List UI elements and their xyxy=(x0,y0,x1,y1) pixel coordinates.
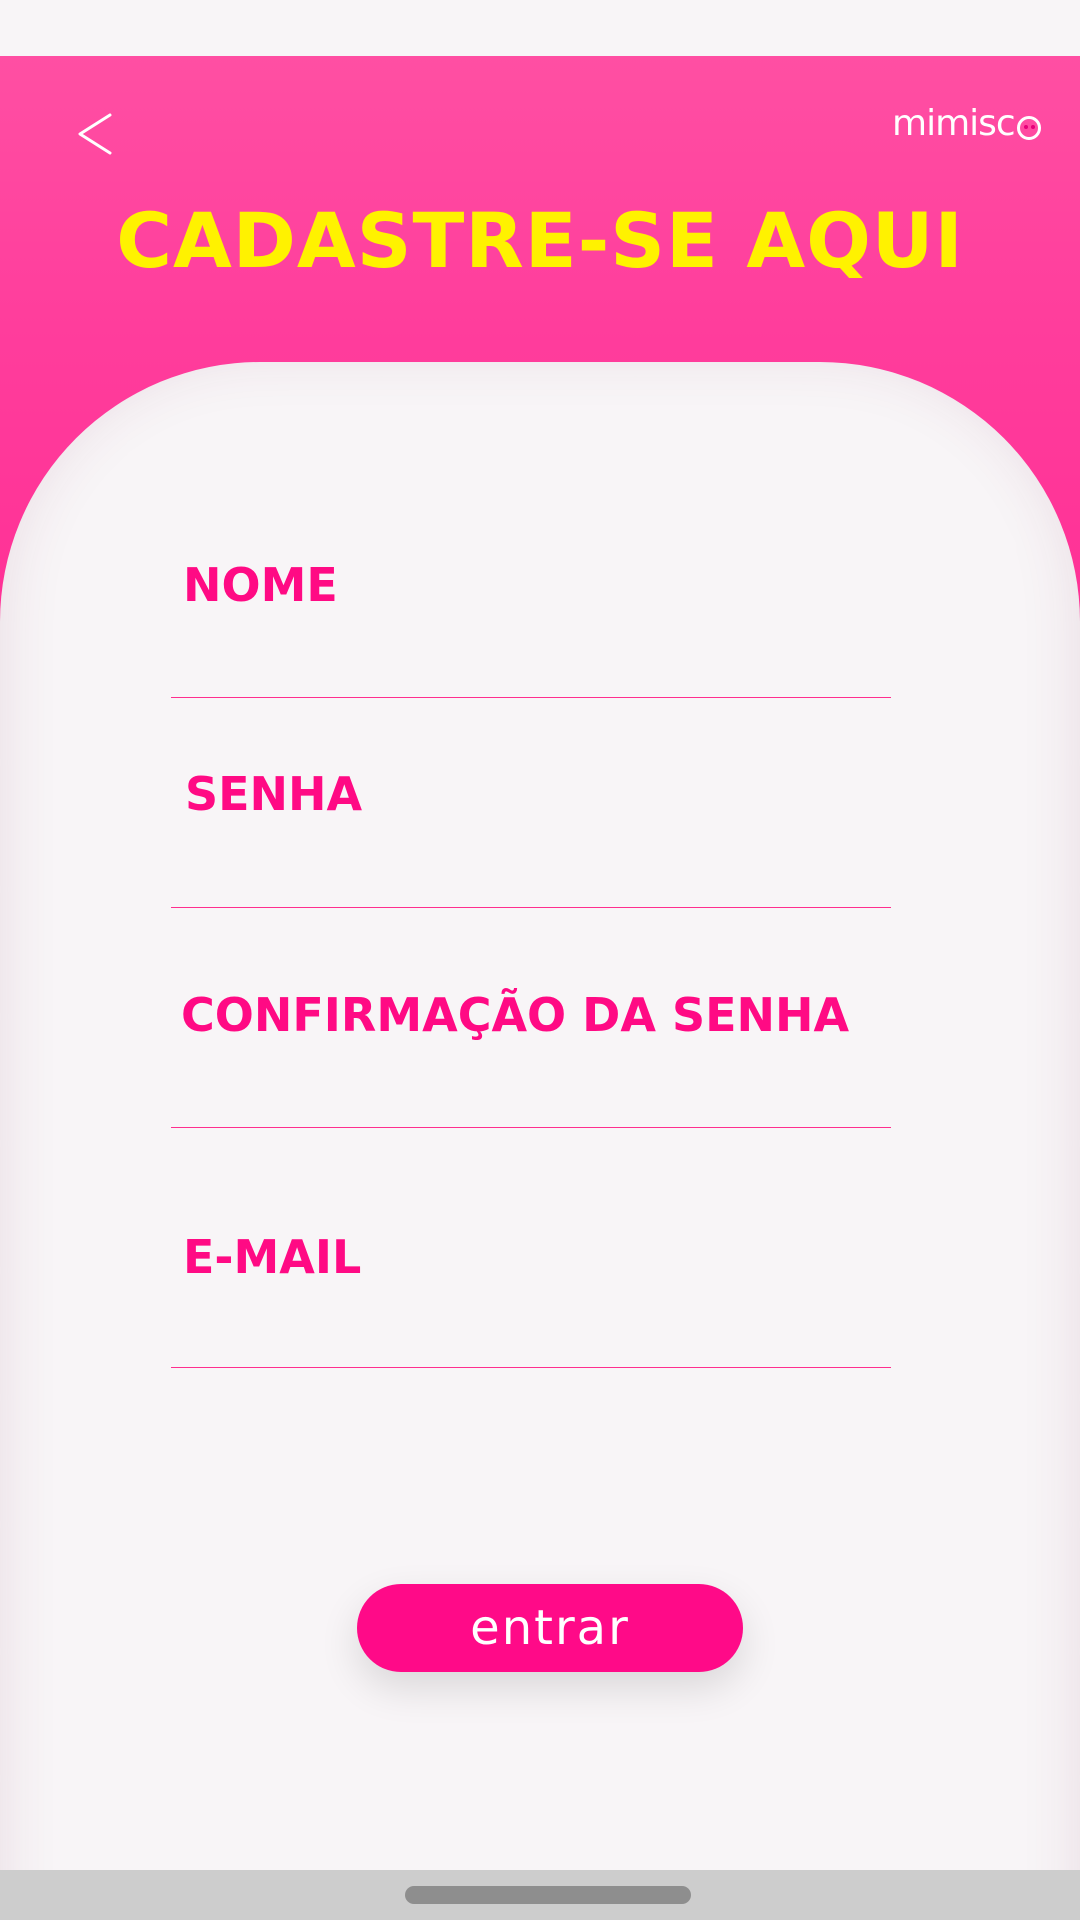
password-confirmation-field[interactable]: CONFIRMAÇÃO DA SENHA xyxy=(171,908,891,1128)
status-bar xyxy=(0,0,1080,56)
password-field-label: SENHA xyxy=(185,767,363,821)
name-field-label: NOME xyxy=(183,558,338,612)
navigation-bar xyxy=(0,1870,1080,1920)
back-button[interactable] xyxy=(66,104,126,164)
page-title: CADASTRE-SE AQUI xyxy=(116,196,964,285)
home-indicator[interactable] xyxy=(405,1886,691,1904)
brand-logo: mimisc xyxy=(892,92,1041,142)
enter-button[interactable]: entrar xyxy=(357,1584,743,1672)
password-field[interactable]: SENHA xyxy=(171,698,891,908)
password-confirmation-field-label: CONFIRMAÇÃO DA SENHA xyxy=(181,988,850,1042)
email-field[interactable]: E-MAIL xyxy=(171,1128,891,1368)
email-field-label: E-MAIL xyxy=(183,1230,362,1284)
cat-face-icon xyxy=(1016,116,1041,140)
logo-text: mimisc xyxy=(892,103,1016,144)
signup-screen: mimisc CADASTRE-SE AQUI NOME SENHA CONFI… xyxy=(0,0,1080,1920)
name-field[interactable]: NOME xyxy=(171,540,891,698)
chevron-left-icon xyxy=(78,113,112,155)
